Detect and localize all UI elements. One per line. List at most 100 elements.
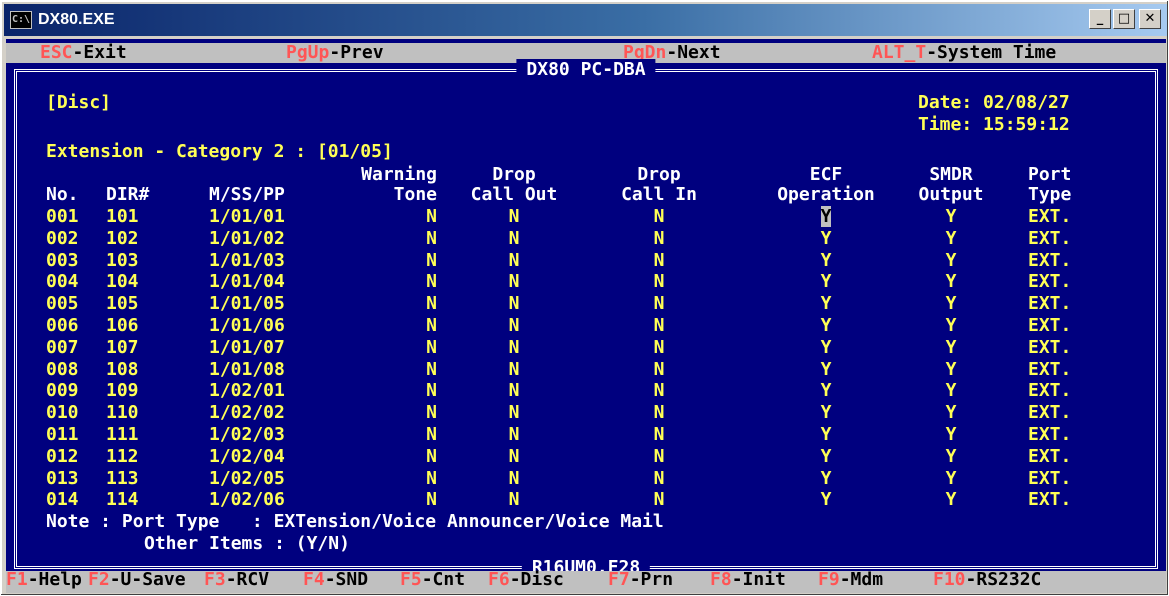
text-cursor[interactable]: Y	[820, 206, 832, 227]
warning-tone-cell[interactable]: N	[341, 337, 437, 359]
ecf-operation-cell[interactable]: Y	[770, 206, 882, 228]
warning-tone-cell[interactable]: N	[341, 315, 437, 337]
ecf-operation-cell[interactable]: Y	[770, 250, 882, 272]
warning-tone-cell[interactable]: N	[341, 271, 437, 293]
smdr-output-cell[interactable]: Y	[906, 424, 996, 446]
drop-call-in-cell[interactable]: N	[605, 402, 713, 424]
fkey-f1[interactable]: F1-Help	[6, 569, 82, 592]
warning-tone-cell[interactable]: N	[341, 206, 437, 228]
title-bar[interactable]: C:\ DX80.EXE _ □ ✕	[4, 4, 1167, 36]
port-type-cell[interactable]: EXT.	[1028, 402, 1108, 424]
port-type-cell[interactable]: EXT.	[1028, 337, 1108, 359]
drop-call-out-cell[interactable]: N	[458, 424, 570, 446]
port-type-cell[interactable]: EXT.	[1028, 489, 1108, 511]
port-type-cell[interactable]: EXT.	[1028, 228, 1108, 250]
ecf-operation-cell[interactable]: Y	[770, 228, 882, 250]
fkey-f8[interactable]: F8-Init	[710, 569, 786, 592]
smdr-output-cell[interactable]: Y	[906, 359, 996, 381]
console-screen[interactable]: ESC-Exit PgUp-Prev PgDn-Next ALT_T-Syste…	[6, 39, 1166, 593]
warning-tone-cell[interactable]: N	[341, 293, 437, 315]
drop-call-out-cell[interactable]: N	[458, 380, 570, 402]
port-type-cell[interactable]: EXT.	[1028, 250, 1108, 272]
drop-call-out-cell[interactable]: N	[458, 228, 570, 250]
smdr-output-cell[interactable]: Y	[906, 380, 996, 402]
drop-call-in-cell[interactable]: N	[605, 337, 713, 359]
ecf-operation-cell[interactable]: Y	[770, 337, 882, 359]
port-type-cell[interactable]: EXT.	[1028, 315, 1108, 337]
console-app-icon[interactable]: C:\	[10, 11, 32, 29]
ecf-operation-cell[interactable]: Y	[770, 468, 882, 490]
port-type-cell[interactable]: EXT.	[1028, 424, 1108, 446]
drop-call-in-cell[interactable]: N	[605, 228, 713, 250]
port-type-cell[interactable]: EXT.	[1028, 446, 1108, 468]
port-type-cell[interactable]: EXT.	[1028, 271, 1108, 293]
warning-tone-cell[interactable]: N	[341, 489, 437, 511]
drop-call-in-cell[interactable]: N	[605, 380, 713, 402]
drop-call-out-cell[interactable]: N	[458, 446, 570, 468]
drop-call-out-cell[interactable]: N	[458, 250, 570, 272]
drop-call-out-cell[interactable]: N	[458, 315, 570, 337]
close-button[interactable]: ✕	[1139, 9, 1161, 29]
fkey-f7[interactable]: F7-Prn	[608, 569, 673, 592]
drop-call-in-cell[interactable]: N	[605, 315, 713, 337]
smdr-output-cell[interactable]: Y	[906, 206, 996, 228]
drop-call-in-cell[interactable]: N	[605, 250, 713, 272]
ecf-operation-cell[interactable]: Y	[770, 271, 882, 293]
smdr-output-cell[interactable]: Y	[906, 446, 996, 468]
fkey-f9[interactable]: F9-Mdm	[818, 569, 883, 592]
menu-prev[interactable]: PgUp-Prev	[286, 42, 384, 64]
smdr-output-cell[interactable]: Y	[906, 489, 996, 511]
smdr-output-cell[interactable]: Y	[906, 402, 996, 424]
fkey-f3[interactable]: F3-RCV	[204, 569, 269, 592]
smdr-output-cell[interactable]: Y	[906, 271, 996, 293]
port-type-cell[interactable]: EXT.	[1028, 293, 1108, 315]
smdr-output-cell[interactable]: Y	[906, 315, 996, 337]
drop-call-in-cell[interactable]: N	[605, 446, 713, 468]
ecf-operation-cell[interactable]: Y	[770, 402, 882, 424]
ecf-operation-cell[interactable]: Y	[770, 424, 882, 446]
ecf-operation-cell[interactable]: Y	[770, 359, 882, 381]
menu-system-time[interactable]: ALT_T-System Time	[872, 42, 1056, 64]
smdr-output-cell[interactable]: Y	[906, 337, 996, 359]
ecf-operation-cell[interactable]: Y	[770, 489, 882, 511]
smdr-output-cell[interactable]: Y	[906, 468, 996, 490]
drop-call-in-cell[interactable]: N	[605, 468, 713, 490]
ecf-operation-cell[interactable]: Y	[770, 446, 882, 468]
drop-call-in-cell[interactable]: N	[605, 271, 713, 293]
drop-call-out-cell[interactable]: N	[458, 468, 570, 490]
drop-call-in-cell[interactable]: N	[605, 424, 713, 446]
warning-tone-cell[interactable]: N	[341, 424, 437, 446]
fkey-f4[interactable]: F4-SND	[303, 569, 368, 592]
drop-call-out-cell[interactable]: N	[458, 337, 570, 359]
smdr-output-cell[interactable]: Y	[906, 228, 996, 250]
drop-call-out-cell[interactable]: N	[458, 271, 570, 293]
drop-call-out-cell[interactable]: N	[458, 402, 570, 424]
minimize-button[interactable]: _	[1089, 9, 1111, 29]
smdr-output-cell[interactable]: Y	[906, 250, 996, 272]
drop-call-out-cell[interactable]: N	[458, 489, 570, 511]
drop-call-in-cell[interactable]: N	[605, 293, 713, 315]
drop-call-out-cell[interactable]: N	[458, 206, 570, 228]
menu-exit[interactable]: ESC-Exit	[40, 42, 127, 64]
drop-call-in-cell[interactable]: N	[605, 359, 713, 381]
ecf-operation-cell[interactable]: Y	[770, 315, 882, 337]
port-type-cell[interactable]: EXT.	[1028, 359, 1108, 381]
ecf-operation-cell[interactable]: Y	[770, 380, 882, 402]
warning-tone-cell[interactable]: N	[341, 359, 437, 381]
drop-call-in-cell[interactable]: N	[605, 489, 713, 511]
warning-tone-cell[interactable]: N	[341, 402, 437, 424]
warning-tone-cell[interactable]: N	[341, 250, 437, 272]
warning-tone-cell[interactable]: N	[341, 380, 437, 402]
warning-tone-cell[interactable]: N	[341, 228, 437, 250]
drop-call-in-cell[interactable]: N	[605, 206, 713, 228]
fkey-f6[interactable]: F6-Disc	[488, 569, 564, 592]
warning-tone-cell[interactable]: N	[341, 446, 437, 468]
ecf-operation-cell[interactable]: Y	[770, 293, 882, 315]
drop-call-out-cell[interactable]: N	[458, 293, 570, 315]
port-type-cell[interactable]: EXT.	[1028, 468, 1108, 490]
fkey-f5[interactable]: F5-Cnt	[400, 569, 465, 592]
port-type-cell[interactable]: EXT.	[1028, 206, 1108, 228]
smdr-output-cell[interactable]: Y	[906, 293, 996, 315]
port-type-cell[interactable]: EXT.	[1028, 380, 1108, 402]
fkey-f10[interactable]: F10-RS232C	[933, 569, 1041, 592]
